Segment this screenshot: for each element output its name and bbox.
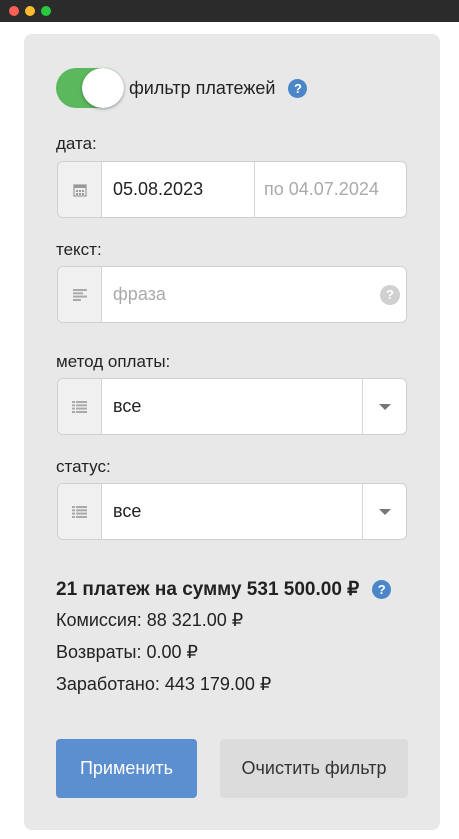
text-label: текст: <box>56 240 102 259</box>
date-label: дата: <box>56 134 97 153</box>
summary-title-row: 21 платеж на сумму 531 500.00 ₽ ? <box>56 574 392 604</box>
date-range-field: 05.08.2023 по 04.07.2024 <box>57 161 407 218</box>
summary-earned: Заработано: 443 179.00 ₽ <box>56 674 272 694</box>
filter-help-icon[interactable]: ? <box>288 78 308 98</box>
date-to-input[interactable]: по 04.07.2024 <box>254 162 406 217</box>
payment-method-dropdown-toggle[interactable] <box>362 379 406 434</box>
payment-method-label: метод оплаты: <box>56 352 171 371</box>
date-from-input[interactable]: 05.08.2023 <box>102 162 254 217</box>
summary-commission: Комиссия: 88 321.00 ₽ <box>56 610 244 630</box>
text-search-input[interactable]: фраза <box>102 267 380 322</box>
filter-toggle-label: фильтр платежей <box>129 77 276 98</box>
text-search-field: фраза ? <box>57 266 407 323</box>
chevron-down-icon <box>378 403 391 410</box>
close-window-button[interactable] <box>9 6 19 16</box>
maximize-window-button[interactable] <box>41 6 51 16</box>
payment-method-select[interactable]: все <box>57 378 407 435</box>
minimize-window-button[interactable] <box>25 6 35 16</box>
text-align-icon <box>58 267 102 322</box>
apply-button[interactable]: Применить <box>56 739 197 798</box>
toggle-knob <box>82 68 124 108</box>
window-titlebar <box>0 0 459 22</box>
text-help-icon[interactable]: ? <box>380 284 400 305</box>
filter-panel: фильтр платежей ? дата: 05.08.2023 по 04… <box>24 34 440 830</box>
filter-toggle-row: фильтр платежей ? <box>56 66 308 110</box>
clear-filter-button[interactable]: Очистить фильтр <box>220 739 408 798</box>
filter-toggle-switch[interactable] <box>56 68 124 108</box>
payments-summary: 21 платеж на сумму 531 500.00 ₽ ? Комисс… <box>56 574 392 700</box>
summary-help-icon[interactable]: ? <box>372 579 392 599</box>
status-value: все <box>113 501 142 521</box>
list-icon <box>58 379 102 434</box>
payment-method-value: все <box>113 396 142 416</box>
calendar-icon <box>58 162 102 217</box>
status-select[interactable]: все <box>57 483 407 540</box>
list-icon <box>58 484 102 539</box>
status-dropdown-toggle[interactable] <box>362 484 406 539</box>
summary-total: 21 платеж на сумму 531 500.00 ₽ <box>56 578 360 600</box>
chevron-down-icon <box>378 508 391 515</box>
status-label: статус: <box>56 457 111 476</box>
summary-refunds: Возвраты: 0.00 ₽ <box>56 642 198 662</box>
